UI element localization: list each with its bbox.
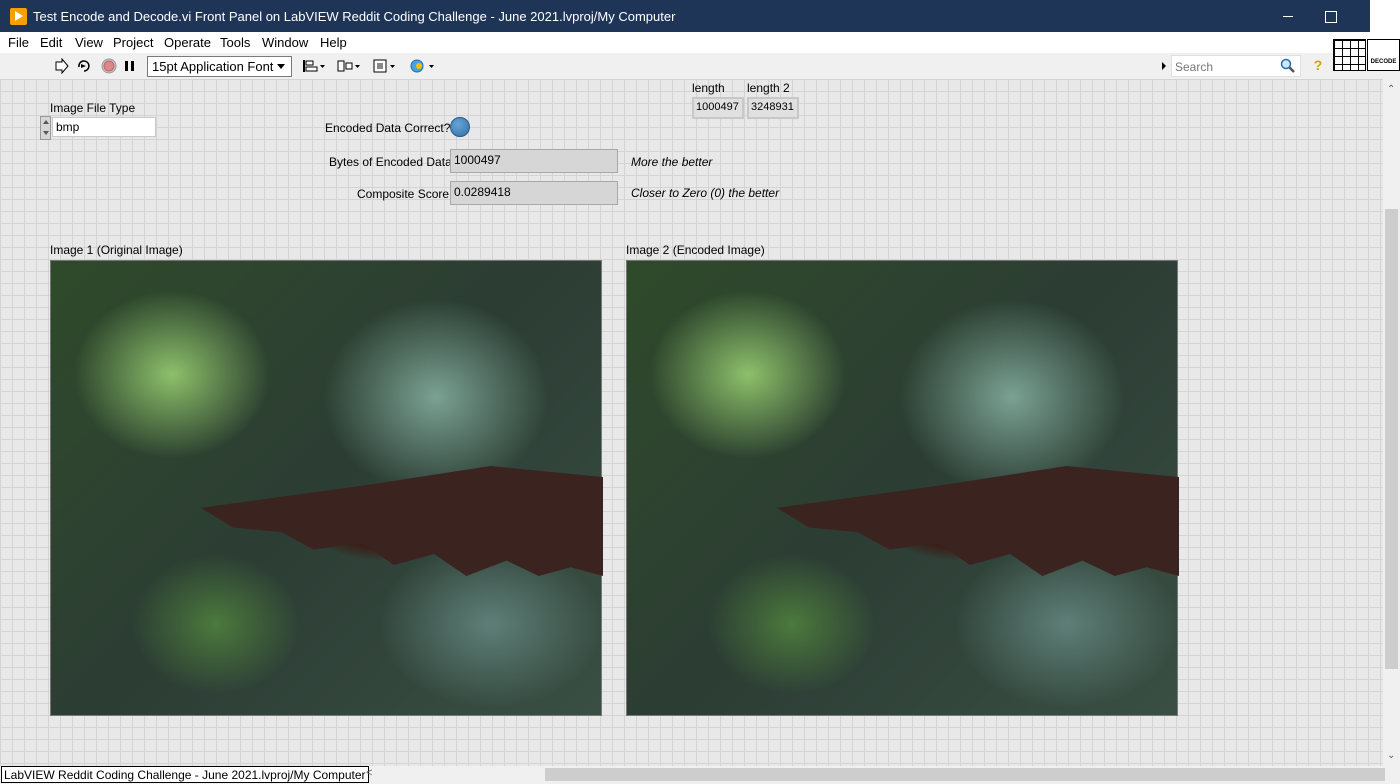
- minimize-button[interactable]: [1265, 0, 1311, 32]
- bottom-bar: LabVIEW Reddit Coding Challenge - June 2…: [0, 766, 1400, 784]
- menu-view[interactable]: View: [75, 35, 103, 50]
- length2-label: length 2: [747, 81, 790, 95]
- labview-app-icon: [10, 8, 27, 25]
- encoded-data-correct-led: [450, 117, 470, 137]
- menu-file[interactable]: File: [8, 35, 29, 50]
- run-continuously-icon[interactable]: [76, 58, 92, 74]
- maximize-button[interactable]: [1307, 0, 1353, 32]
- font-select[interactable]: 15pt Application Font: [147, 56, 292, 77]
- vi-icon-label: DECODE: [1370, 59, 1397, 65]
- title-bar: Test Encode and Decode.vi Front Panel on…: [0, 0, 1400, 32]
- resize-objects-icon[interactable]: [372, 58, 396, 74]
- vertical-scroll-thumb[interactable]: [1385, 209, 1398, 669]
- encoded-data-correct-label: Encoded Data Correct?: [325, 121, 451, 135]
- help-icon[interactable]: ?: [1310, 57, 1326, 75]
- menu-operate[interactable]: Operate: [164, 35, 211, 50]
- composite-score-label: Composite Score: [357, 187, 450, 201]
- search-icon[interactable]: [1280, 58, 1296, 74]
- image2-display[interactable]: [626, 260, 1179, 716]
- bytes-encoded-label: Bytes of Encoded Data: [329, 155, 452, 169]
- image1-label: Image 1 (Original Image): [50, 243, 183, 257]
- close-button[interactable]: [1370, 0, 1400, 32]
- front-panel: Image File Type bmp Encoded Data Correct…: [0, 79, 1383, 766]
- ring-increment-decrement[interactable]: [40, 116, 51, 140]
- horizontal-scroll-thumb[interactable]: [545, 768, 1385, 781]
- menu-tools[interactable]: Tools: [220, 35, 250, 50]
- pause-icon[interactable]: [122, 58, 138, 74]
- run-arrow-icon[interactable]: [54, 58, 70, 74]
- bytes-encoded-indicator: 1000497: [450, 149, 618, 173]
- scroll-down-icon[interactable]: ⌄: [1387, 750, 1395, 761]
- menu-help[interactable]: Help: [320, 35, 347, 50]
- reorder-icon[interactable]: [409, 58, 435, 74]
- length-label: length: [692, 81, 725, 95]
- vertical-scrollbar[interactable]: ⌃ ⌄: [1383, 79, 1400, 766]
- bytes-encoded-comment: More the better: [631, 155, 713, 169]
- window-title: Test Encode and Decode.vi Front Panel on…: [33, 9, 676, 24]
- image2-content: [777, 466, 1179, 576]
- menu-window[interactable]: Window: [262, 35, 308, 50]
- length-indicator: 1000497: [692, 97, 744, 119]
- connector-pane-icon[interactable]: [1333, 39, 1366, 71]
- chevron-down-icon: [277, 64, 285, 69]
- abort-icon[interactable]: [101, 58, 117, 74]
- align-objects-icon[interactable]: [302, 58, 326, 74]
- image-file-type-label: Image File Type: [50, 101, 136, 115]
- composite-score-comment: Closer to Zero (0) the better: [631, 186, 780, 200]
- vi-icon[interactable]: DECODE: [1367, 39, 1400, 71]
- menu-project[interactable]: Project: [113, 35, 153, 50]
- scroll-up-icon[interactable]: ⌃: [1387, 84, 1395, 95]
- image2-label: Image 2 (Encoded Image): [626, 243, 765, 257]
- menu-bar: File Edit View Project Operate Tools Win…: [0, 32, 1400, 53]
- toolbar: 15pt Application Font Search ?: [0, 53, 1400, 79]
- font-select-value: 15pt Application Font: [152, 59, 274, 74]
- composite-score-indicator: 0.0289418: [450, 181, 618, 205]
- distribute-objects-icon[interactable]: [337, 58, 361, 74]
- image1-content: [201, 466, 603, 576]
- search-placeholder: Search: [1175, 60, 1214, 74]
- image1-display[interactable]: [50, 260, 603, 716]
- menu-edit[interactable]: Edit: [40, 35, 62, 50]
- search-expand-icon[interactable]: [1160, 58, 1168, 74]
- image-file-type-ring[interactable]: bmp: [52, 117, 156, 137]
- project-status[interactable]: LabVIEW Reddit Coding Challenge - June 2…: [1, 766, 369, 783]
- length2-indicator: 3248931: [747, 97, 799, 119]
- scroll-left-icon[interactable]: <: [366, 767, 372, 779]
